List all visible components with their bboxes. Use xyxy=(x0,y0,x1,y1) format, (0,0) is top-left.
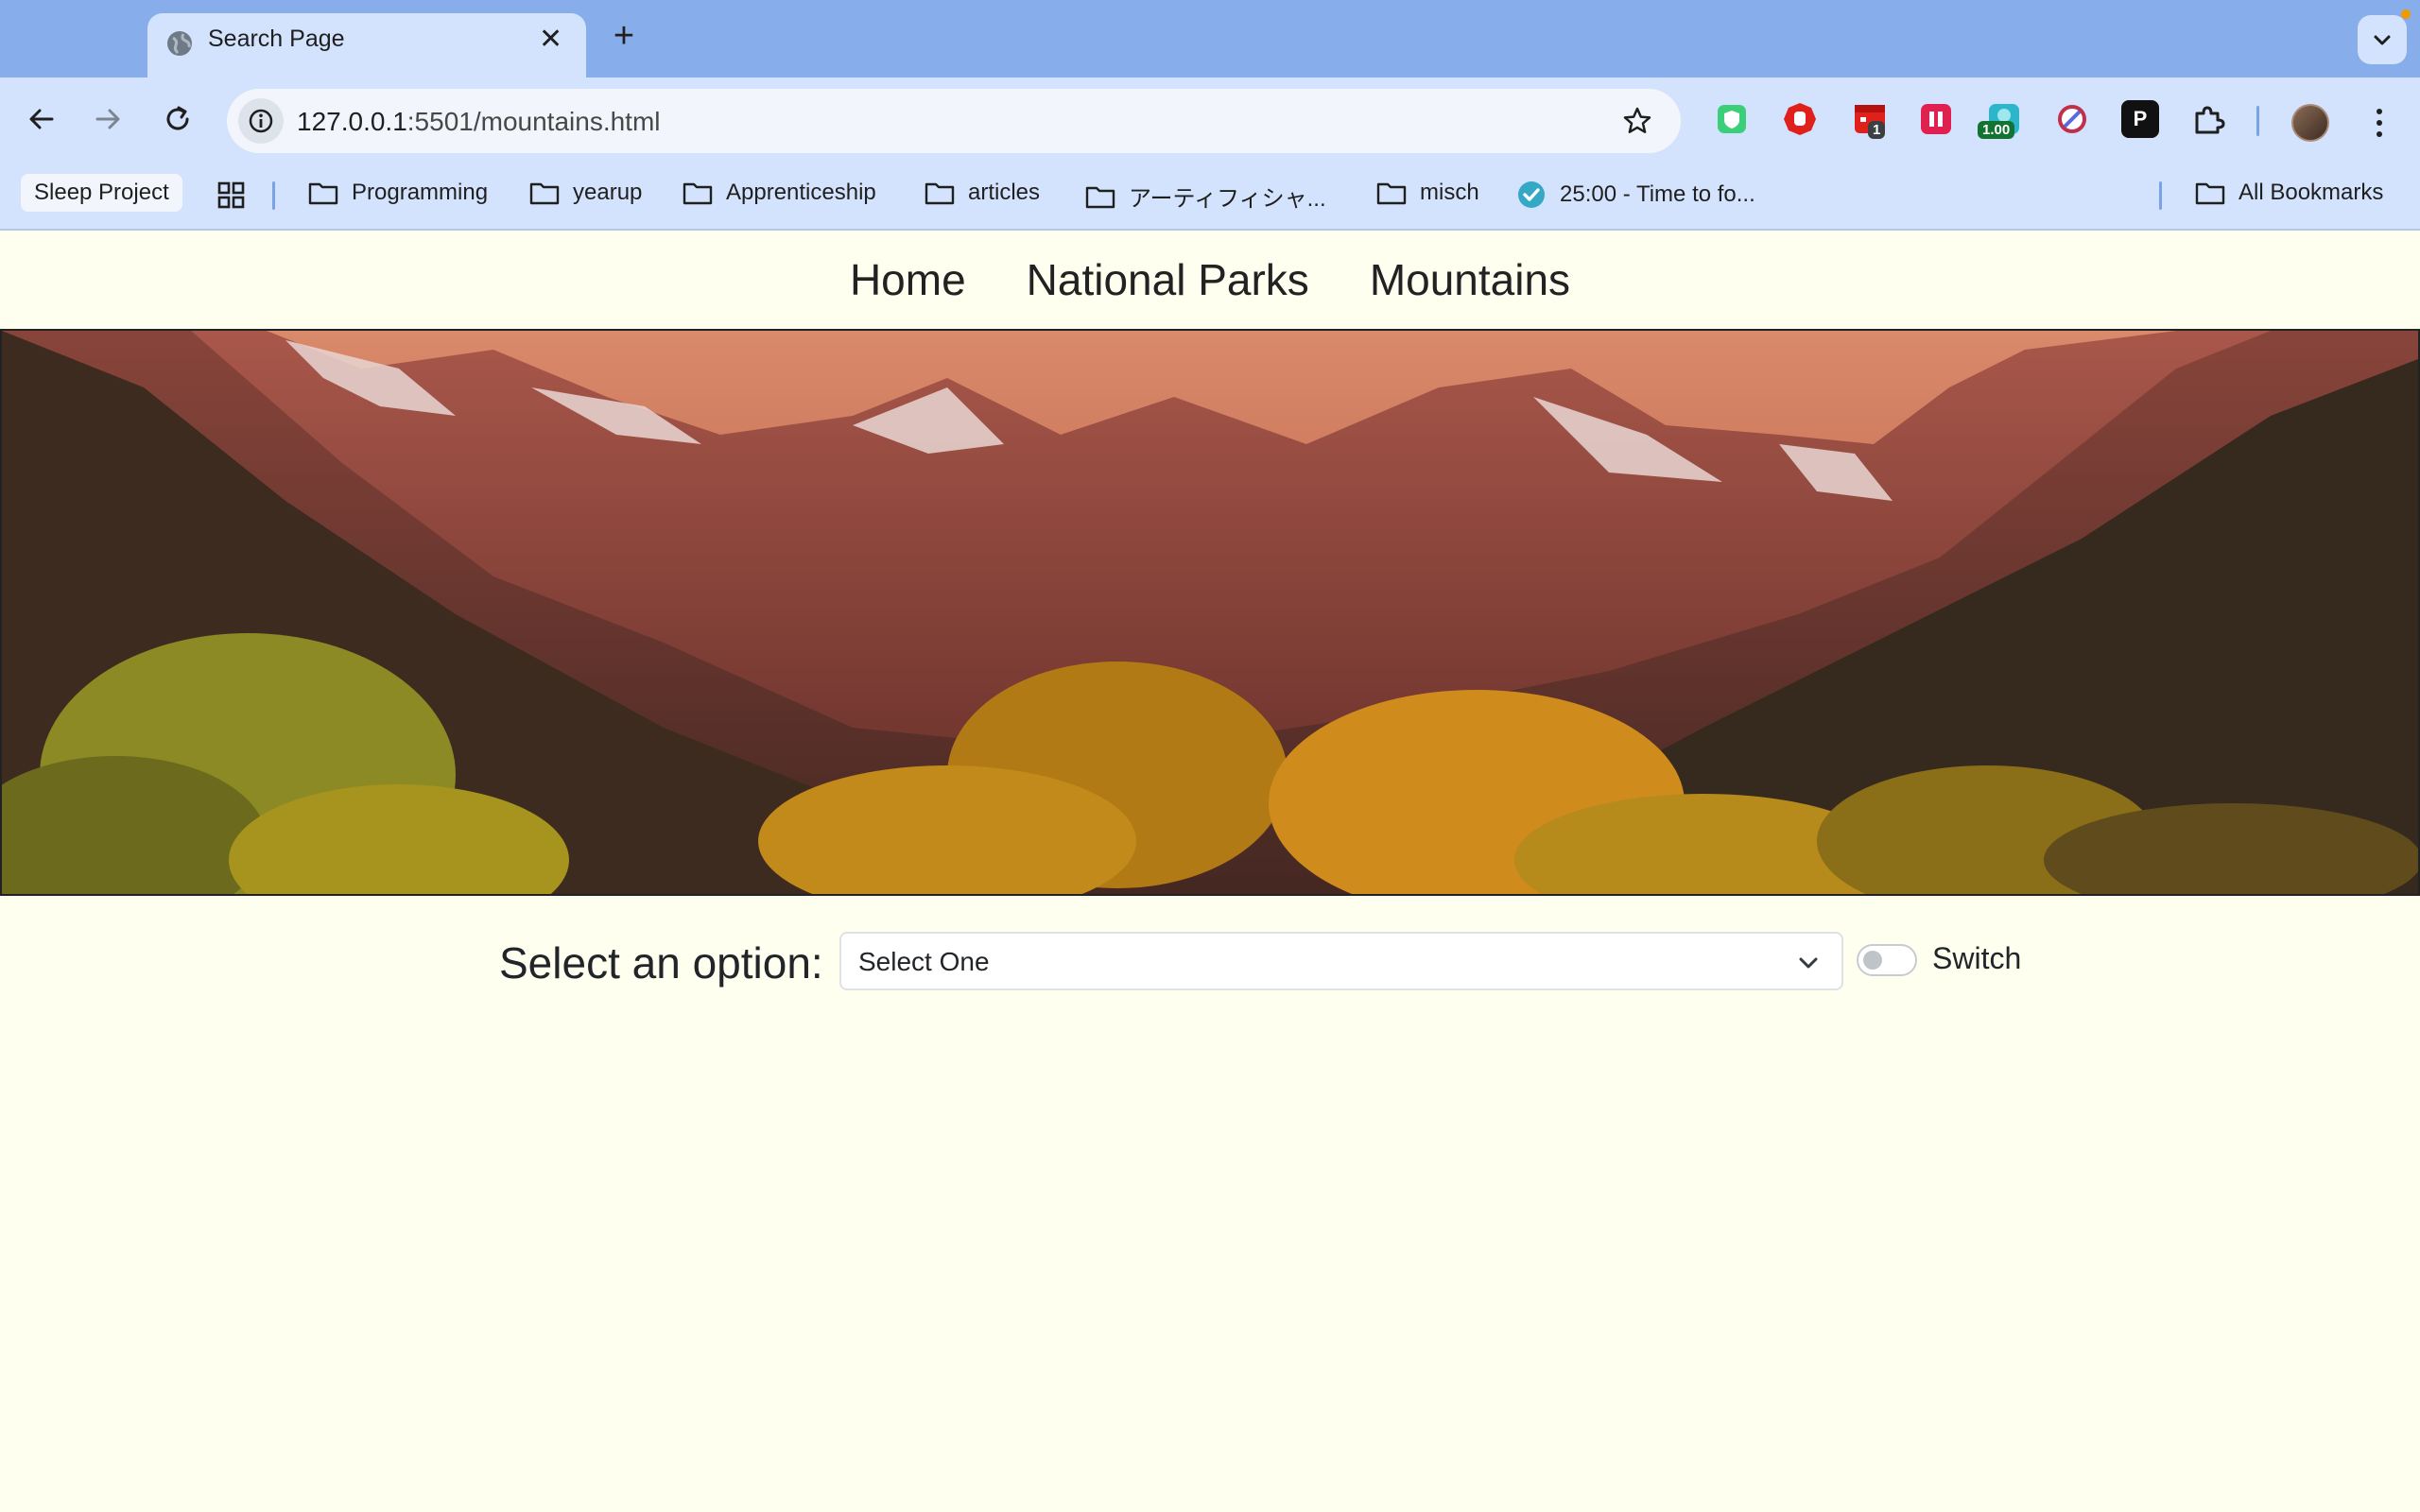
forward-arrow-icon xyxy=(95,109,120,129)
bookmark-label: Programming xyxy=(352,180,489,205)
check-circle-icon xyxy=(1518,181,1545,208)
browser-menu-icon[interactable] xyxy=(2365,102,2394,144)
bookmark-label: Apprenticeship xyxy=(726,180,876,205)
web-page: Home National Parks Mountains Select an … xyxy=(0,231,2420,1512)
reload-icon xyxy=(166,106,189,130)
bookmark-label: articles xyxy=(968,180,1041,205)
option-form: Select an option: Select One Switch xyxy=(0,932,2420,990)
switch-knob xyxy=(1863,951,1882,970)
back-button[interactable] xyxy=(19,96,64,142)
hero-mountain-image xyxy=(0,329,2420,896)
pause-icon xyxy=(1921,104,1951,134)
browser-tab-strip: Search Page ✕ + xyxy=(0,0,2420,77)
url-text: 127.0.0.1:5501/mountains.html xyxy=(297,107,661,137)
nav-link-mountains[interactable]: Mountains xyxy=(1370,254,1570,305)
pause-extension-icon[interactable] xyxy=(1917,100,1955,138)
option-select[interactable]: Select One xyxy=(839,932,1843,990)
adblock-hand-icon[interactable] xyxy=(1781,100,1819,138)
folder-icon xyxy=(1085,186,1115,208)
url-path: :5501/mountains.html xyxy=(406,107,661,136)
toolbar-separator xyxy=(2256,106,2259,136)
bookmark-star-button[interactable] xyxy=(1618,102,1656,140)
puzzle-extensions-icon[interactable] xyxy=(2189,100,2227,138)
folder-icon xyxy=(1376,182,1407,205)
forward-button[interactable] xyxy=(85,96,130,142)
info-icon xyxy=(249,109,273,133)
switch-label: Switch xyxy=(1932,941,2022,975)
folder-icon xyxy=(2195,182,2225,205)
tab-search-button[interactable] xyxy=(2358,15,2407,64)
bookmark-label: misch xyxy=(1420,180,1479,205)
browser-tab[interactable]: Search Page ✕ xyxy=(147,13,586,77)
bookmarks-bar: Sleep Project Programming yearup Apprent… xyxy=(0,161,2420,231)
select-value: Select One xyxy=(858,947,990,976)
select-label: Select an option: xyxy=(499,938,823,988)
new-tab-button[interactable]: + xyxy=(605,17,643,55)
bookmark-folder-programming[interactable]: Programming xyxy=(308,180,488,206)
folder-icon xyxy=(683,182,713,205)
bookmark-folder-misch[interactable]: misch xyxy=(1376,180,1479,206)
bookmark-label: アーティフィシャ... xyxy=(1129,186,1326,212)
nav-link-national-parks[interactable]: National Parks xyxy=(1027,254,1309,305)
back-arrow-icon xyxy=(29,109,54,129)
bookmark-label: yearup xyxy=(573,180,643,205)
block-site-icon[interactable] xyxy=(2053,100,2091,138)
folder-icon xyxy=(925,182,955,205)
address-bar[interactable]: 127.0.0.1:5501/mountains.html xyxy=(227,89,1681,153)
bookmark-folder-artificial[interactable]: アーティフィシャ... xyxy=(1085,180,1326,213)
extension-badge: 1.00 xyxy=(1978,121,2015,139)
chevron-down-icon xyxy=(1799,957,1818,969)
notification-dot xyxy=(2401,9,2411,19)
star-icon xyxy=(1623,107,1651,133)
shield-extension-icon[interactable] xyxy=(1713,100,1751,138)
bookmark-label: All Bookmarks xyxy=(2238,180,2384,205)
bookmark-separator xyxy=(272,181,275,210)
url-host: 127.0.0.1 xyxy=(297,107,407,136)
tab-title: Search Page xyxy=(208,26,345,52)
close-tab-icon[interactable]: ✕ xyxy=(539,26,562,54)
p-extension-icon[interactable]: P xyxy=(2121,100,2159,138)
shield-icon xyxy=(1718,105,1746,133)
bookmark-folder-yearup[interactable]: yearup xyxy=(529,180,642,206)
folder-icon xyxy=(529,182,560,205)
no-entry-icon xyxy=(2058,105,2086,133)
chevron-down-icon xyxy=(2374,35,2391,45)
stop-hand-icon xyxy=(1784,103,1816,135)
reload-button[interactable] xyxy=(155,96,200,142)
all-bookmarks-button[interactable]: All Bookmarks xyxy=(2195,180,2383,206)
extension-badge: 1 xyxy=(1868,121,1886,139)
apps-grid-icon[interactable] xyxy=(217,181,246,210)
bookmark-folder-articles[interactable]: articles xyxy=(925,180,1040,206)
bookmark-sleep-project[interactable]: Sleep Project xyxy=(21,174,182,212)
nav-link-home[interactable]: Home xyxy=(850,254,966,305)
profile-avatar[interactable] xyxy=(2291,104,2329,142)
bookmark-label: 25:00 - Time to fo... xyxy=(1560,181,1755,207)
puzzle-icon xyxy=(2195,106,2225,134)
bookmark-separator xyxy=(2159,181,2162,210)
bookmark-time-to-focus[interactable]: 25:00 - Time to fo... xyxy=(1516,180,1755,210)
bookmark-folder-apprenticeship[interactable]: Apprenticeship xyxy=(683,180,876,206)
site-nav: Home National Parks Mountains xyxy=(0,231,2420,329)
switch-toggle[interactable] xyxy=(1857,944,1917,976)
site-info-button[interactable] xyxy=(238,98,284,144)
globe-icon xyxy=(167,31,192,56)
folder-icon xyxy=(308,182,338,205)
